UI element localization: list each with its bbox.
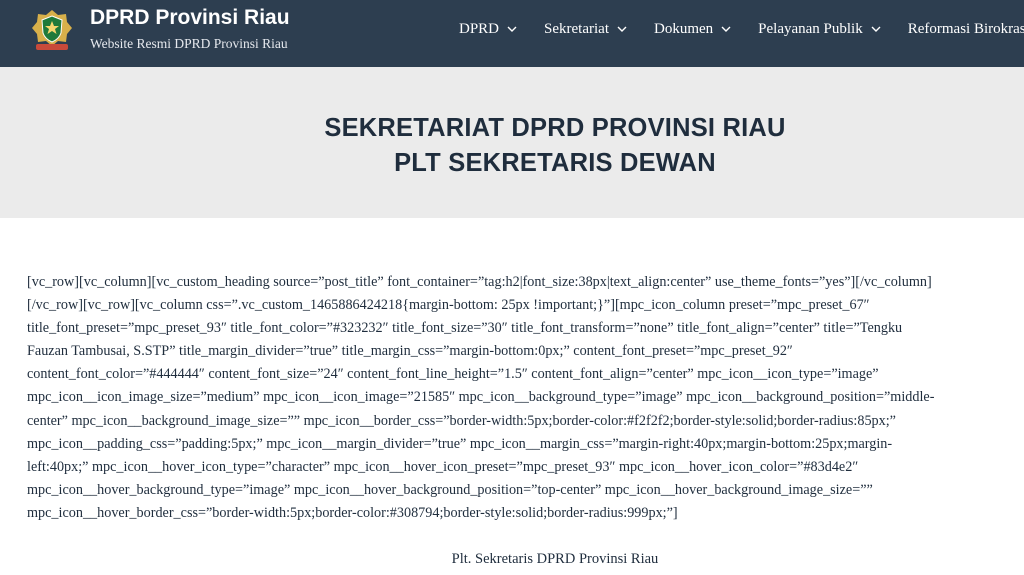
shortcode-line: [/vc_row][vc_row][vc_column css=”.vc_cus…: [27, 297, 870, 314]
page-title-line1: SEKRETARIAT DPRD PROVINSI RIAU: [324, 114, 786, 142]
nav-item-sekretariat[interactable]: Sekretariat: [544, 21, 627, 38]
chevron-down-icon: [617, 26, 627, 32]
nav-item-reformasi-birokrasi[interactable]: Reformasi Birokrasi: [908, 21, 1024, 38]
shortcode-line: mpc_icon__icon_image_size=”medium” mpc_i…: [27, 389, 935, 406]
site-header: DPRD Provinsi Riau Website Resmi DPRD Pr…: [0, 0, 1024, 67]
shortcode-line: title_font_preset=”mpc_preset_93″ title_…: [27, 320, 903, 337]
nav-item-dprd[interactable]: DPRD: [459, 21, 517, 38]
nav-item-label: Dokumen: [653, 20, 714, 37]
shortcode-line: Fauzan Tambusai, S.STP” title_margin_div…: [27, 343, 793, 360]
shortcode-line: mpc_icon__hover_background_type=”image” …: [27, 481, 873, 498]
page-title-line2: PLT SEKRETARIS DEWAN: [394, 149, 716, 177]
shortcode-line: left:40px;” mpc_icon__hover_icon_type=”c…: [27, 458, 859, 475]
nav-item-dokumen[interactable]: Dokumen: [654, 21, 731, 38]
post-content: [vc_row][vc_column][vc_custom_heading so…: [27, 271, 1024, 525]
nav-item-pelayanan-publik[interactable]: Pelayanan Publik: [758, 21, 881, 38]
shortcode-line: mpc_icon__hover_border_css=”border-width…: [27, 504, 678, 521]
site-title[interactable]: DPRD Provinsi Riau: [90, 6, 290, 30]
shortcode-line: content_font_color=”#444444″ content_fon…: [27, 366, 879, 383]
chevron-down-icon: [721, 26, 731, 32]
main-nav: DPRD Sekretariat Dokumen Pelayanan Publi…: [459, 0, 1024, 58]
image-caption: Plt. Sekretaris DPRD Provinsi Riau: [451, 551, 659, 567]
shortcode-line: center” mpc_icon__background_image_size=…: [27, 412, 896, 429]
site-tagline: Website Resmi DPRD Provinsi Riau: [90, 36, 288, 51]
nav-item-label: Reformasi Birokrasi: [907, 20, 1024, 37]
shortcode-line: [vc_row][vc_column][vc_custom_heading so…: [27, 274, 932, 290]
shortcode-line: mpc_icon__padding_css=”padding:5px;” mpc…: [27, 435, 893, 452]
nav-item-label: Pelayanan Publik: [758, 20, 863, 37]
nav-item-label: DPRD: [459, 20, 500, 37]
dprd-logo-icon[interactable]: [28, 6, 76, 54]
chevron-down-icon: [507, 26, 517, 32]
nav-item-label: Sekretariat: [544, 20, 609, 37]
page-hero: SEKRETARIAT DPRD PROVINSI RIAU PLT SEKRE…: [0, 67, 1024, 218]
chevron-down-icon: [871, 26, 881, 32]
